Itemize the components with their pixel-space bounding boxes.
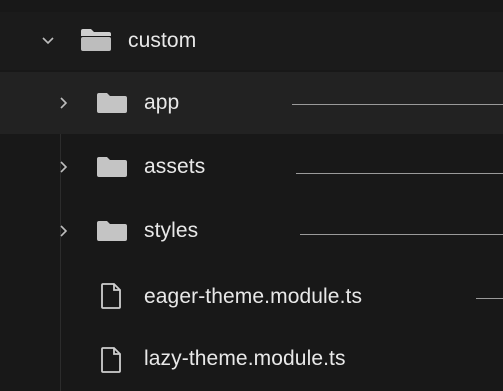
chevron-right-icon[interactable] bbox=[56, 95, 72, 111]
chevron-right-icon[interactable] bbox=[56, 159, 72, 175]
tree-item-app[interactable]: app bbox=[0, 72, 503, 134]
tree-item-lazy-theme-module[interactable]: lazy-theme.module.ts bbox=[0, 330, 503, 391]
tree-item-label: assets bbox=[144, 155, 206, 178]
folder-icon bbox=[97, 157, 127, 177]
annotation-line bbox=[296, 173, 503, 174]
tree-item-label: eager-theme.module.ts bbox=[144, 285, 363, 308]
annotation-line bbox=[300, 234, 503, 235]
chevron-down-icon[interactable] bbox=[40, 33, 56, 49]
tree-item-label: lazy-theme.module.ts bbox=[144, 347, 346, 370]
file-explorer-tree: custom app assets styles eager-theme.mod… bbox=[0, 0, 503, 391]
annotation-line bbox=[476, 298, 503, 299]
folder-icon bbox=[97, 93, 127, 113]
file-icon bbox=[101, 347, 121, 373]
tree-item-label: app bbox=[144, 91, 180, 114]
folder-icon bbox=[97, 221, 127, 241]
tree-item-label: styles bbox=[144, 219, 199, 242]
tree-item-custom[interactable]: custom bbox=[0, 12, 503, 70]
chevron-right-icon[interactable] bbox=[56, 223, 72, 239]
tree-item-styles[interactable]: styles bbox=[0, 200, 503, 262]
tree-item-eager-theme-module[interactable]: eager-theme.module.ts bbox=[0, 266, 503, 328]
tree-item-label: custom bbox=[128, 29, 197, 52]
tree-item-assets[interactable]: assets bbox=[0, 136, 503, 198]
file-icon bbox=[101, 283, 121, 309]
folder-open-icon bbox=[81, 29, 111, 51]
annotation-line bbox=[292, 104, 503, 105]
